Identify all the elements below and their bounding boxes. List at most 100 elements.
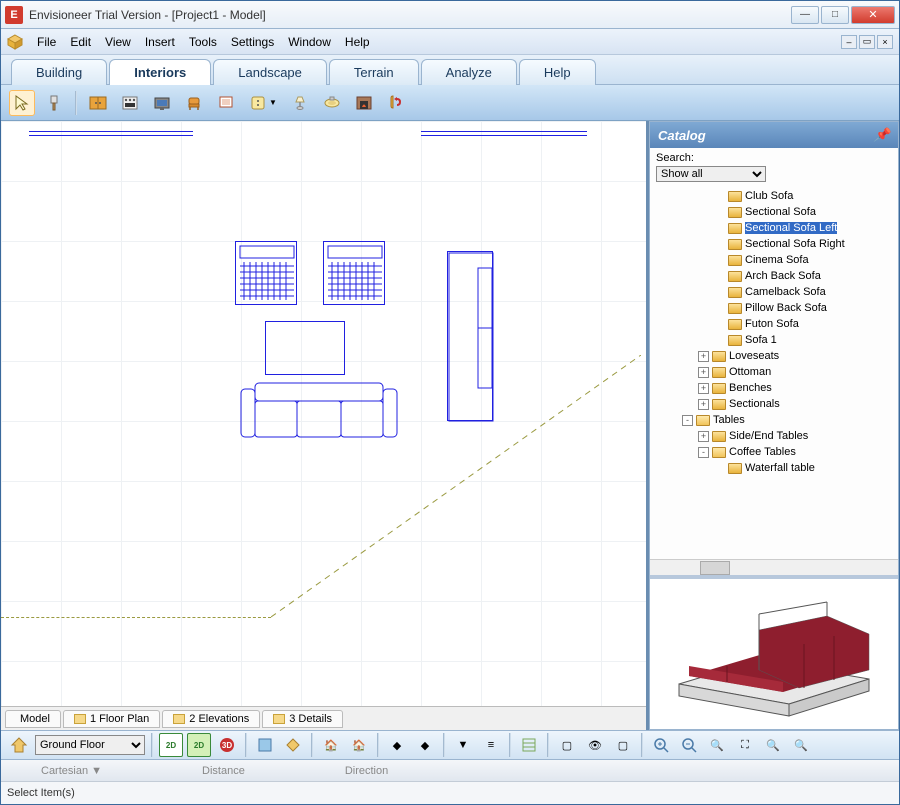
chair-object[interactable] — [235, 241, 297, 305]
tree-expand-icon[interactable]: + — [698, 351, 709, 362]
electrical-tool[interactable]: ▼ — [245, 90, 281, 116]
zoom-tool-6[interactable]: 🔍 — [789, 733, 813, 757]
accessory-tool[interactable] — [213, 90, 239, 116]
nav-home-2[interactable]: 🏠 — [347, 733, 371, 757]
menu-window[interactable]: Window — [288, 35, 331, 49]
mdi-close-button[interactable]: × — [877, 35, 893, 49]
furniture-tool[interactable] — [181, 90, 207, 116]
catalog-tree[interactable]: Club SofaSectional Sofa Sectional Sofa Le… — [650, 186, 898, 559]
tab-landscape[interactable]: Landscape — [213, 59, 327, 85]
viewtab-elevations[interactable]: 2 Elevations — [162, 710, 260, 728]
chair-object[interactable] — [323, 241, 385, 305]
tree-item[interactable]: +Side/End Tables — [650, 428, 898, 444]
menu-tools[interactable]: Tools — [189, 35, 217, 49]
tree-item[interactable]: Pillow Back Sofa — [650, 300, 898, 316]
maximize-button[interactable]: □ — [821, 6, 849, 24]
nav-diamond-2[interactable]: ◆ — [413, 733, 437, 757]
viewtab-floorplan[interactable]: 1 Floor Plan — [63, 710, 160, 728]
tree-item[interactable]: Club Sofa — [650, 188, 898, 204]
minimize-button[interactable]: — — [791, 6, 819, 24]
menu-file[interactable]: File — [37, 35, 56, 49]
layer-tool[interactable]: ≡ — [479, 733, 503, 757]
hatch-tool[interactable] — [517, 733, 541, 757]
tree-item[interactable]: +Ottoman — [650, 364, 898, 380]
close-button[interactable] — [851, 6, 895, 24]
tab-analyze[interactable]: Analyze — [421, 59, 517, 85]
box-tool-1[interactable]: ▢ — [555, 733, 579, 757]
tree-item[interactable]: Waterfall table — [650, 460, 898, 476]
coord-mode[interactable]: Cartesian ▼ — [41, 765, 102, 777]
nav-diamond-1[interactable]: ◆ — [385, 733, 409, 757]
zoom-out-button[interactable] — [677, 733, 701, 757]
ribbon-tabs: Building Interiors Landscape Terrain Ana… — [1, 55, 899, 85]
mdi-minimize-button[interactable]: – — [841, 35, 857, 49]
catalog-h-scroll[interactable] — [650, 559, 898, 575]
tree-item[interactable]: Sofa 1 — [650, 332, 898, 348]
mdi-restore-button[interactable]: ▭ — [859, 35, 875, 49]
tree-item[interactable]: -Coffee Tables — [650, 444, 898, 460]
tree-item[interactable]: +Benches — [650, 380, 898, 396]
tree-expand-icon[interactable]: - — [698, 447, 709, 458]
drawing-canvas[interactable] — [1, 121, 646, 706]
menu-insert[interactable]: Insert — [145, 35, 175, 49]
menu-settings[interactable]: Settings — [231, 35, 274, 49]
nav-tool-1[interactable] — [253, 733, 277, 757]
filter-tool[interactable]: ▼ — [451, 733, 475, 757]
tab-building[interactable]: Building — [11, 59, 107, 85]
menu-edit[interactable]: Edit — [70, 35, 91, 49]
zoom-tool-5[interactable]: 🔍 — [761, 733, 785, 757]
menu-help[interactable]: Help — [345, 35, 370, 49]
fireplace-tool[interactable] — [351, 90, 377, 116]
zoom-extent-button[interactable]: ⛶ — [733, 733, 757, 757]
tree-expand-icon[interactable]: + — [698, 399, 709, 410]
tree-item[interactable]: Sectional Sofa Left — [650, 220, 898, 236]
tree-item[interactable]: Arch Back Sofa — [650, 268, 898, 284]
tree-item[interactable]: Camelback Sofa — [650, 284, 898, 300]
tree-expand-icon[interactable]: - — [682, 415, 693, 426]
nav-tool-2[interactable] — [281, 733, 305, 757]
item-icon — [728, 191, 742, 202]
tree-item[interactable]: Sectional Sofa Right — [650, 236, 898, 252]
wall-segment[interactable] — [29, 131, 193, 136]
item-icon — [728, 271, 742, 282]
tree-expand-icon[interactable]: + — [698, 367, 709, 378]
tree-item[interactable]: -Tables — [650, 412, 898, 428]
tab-terrain[interactable]: Terrain — [329, 59, 419, 85]
pointer-tool[interactable] — [9, 90, 35, 116]
2d-view-button[interactable]: 2D — [159, 733, 183, 757]
box-tool-2[interactable]: ▢ — [611, 733, 635, 757]
app-menu-icon[interactable] — [7, 34, 23, 50]
mirror-tool[interactable] — [383, 90, 409, 116]
catalog-filter-select[interactable]: Show all — [656, 166, 766, 182]
electronics-tool[interactable] — [149, 90, 175, 116]
catalog-pin-icon[interactable]: 📌 — [874, 127, 890, 143]
home-icon[interactable] — [7, 733, 31, 757]
menu-view[interactable]: View — [105, 35, 131, 49]
floor-select[interactable]: Ground Floor — [35, 735, 145, 755]
tree-item[interactable]: Sectional Sofa — [650, 204, 898, 220]
tab-interiors[interactable]: Interiors — [109, 59, 211, 85]
plumbing-tool[interactable] — [319, 90, 345, 116]
wall-segment[interactable] — [421, 131, 587, 136]
tree-expand-icon[interactable]: + — [698, 383, 709, 394]
paint-tool[interactable] — [41, 90, 67, 116]
2d-designer-button[interactable]: 2D — [187, 733, 211, 757]
nav-home-1[interactable]: 🏠 — [319, 733, 343, 757]
appliance-tool[interactable] — [117, 90, 143, 116]
viewtab-model[interactable]: Model — [5, 710, 61, 728]
tree-item[interactable]: Futon Sofa — [650, 316, 898, 332]
zoom-in-button[interactable] — [649, 733, 673, 757]
lighting-tool[interactable] — [287, 90, 313, 116]
tree-item[interactable]: +Sectionals — [650, 396, 898, 412]
tab-help[interactable]: Help — [519, 59, 596, 85]
cabinet-tool[interactable] — [85, 90, 111, 116]
tree-expand-icon[interactable]: + — [698, 431, 709, 442]
zoom-window-button[interactable]: 🔍 — [705, 733, 729, 757]
tree-item[interactable]: Cinema Sofa — [650, 252, 898, 268]
viewtab-details[interactable]: 3 Details — [262, 710, 343, 728]
tree-item-label: Sectional Sofa Left — [745, 222, 837, 234]
eye-tool[interactable]: 👁 — [583, 733, 607, 757]
search-label: Search: — [656, 152, 892, 164]
3d-view-button[interactable]: 3D — [215, 733, 239, 757]
tree-item[interactable]: +Loveseats — [650, 348, 898, 364]
